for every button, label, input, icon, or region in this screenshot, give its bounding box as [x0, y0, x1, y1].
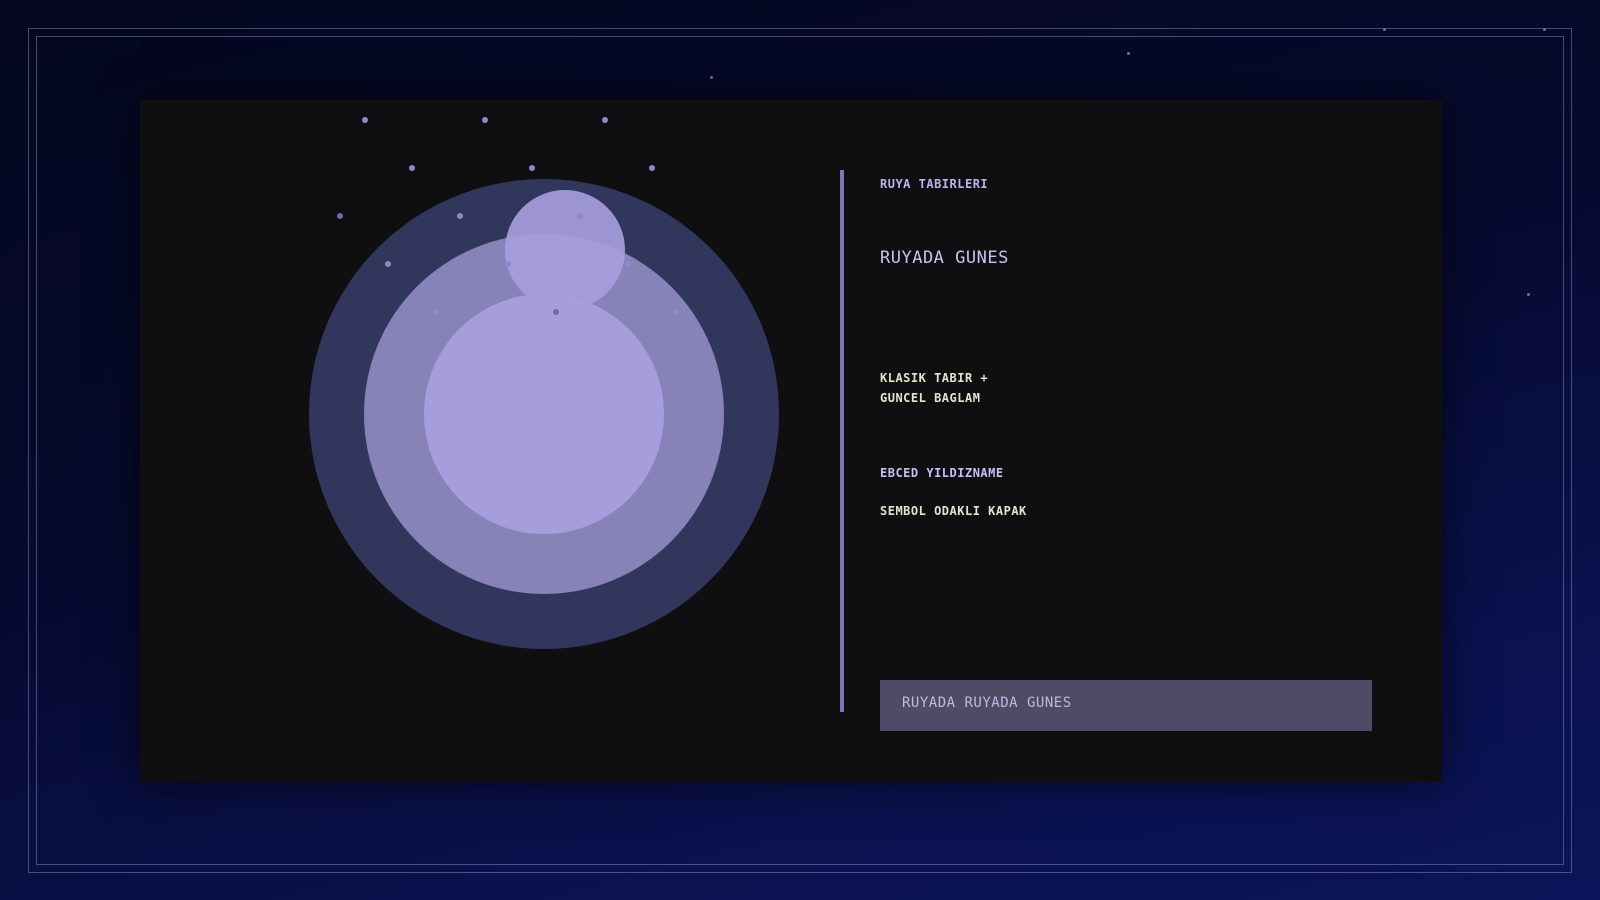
- orb-inner: [424, 294, 664, 534]
- vertical-divider: [840, 170, 844, 712]
- sun-illustration: [309, 117, 779, 649]
- background-star: [1127, 52, 1130, 55]
- title-banner: RUYADA RUYADA GUNES: [880, 680, 1372, 731]
- orb-small: [505, 190, 625, 310]
- cover-panel: RUYA TABIRLERI RUYADA GUNES KLASIK TABIR…: [140, 100, 1442, 782]
- background-star: [1527, 293, 1530, 296]
- page-title: RUYADA GUNES: [880, 248, 1009, 268]
- background-star: [1543, 28, 1546, 31]
- brand-label: EBCED YILDIZNAME: [880, 466, 1004, 480]
- description: KLASIK TABIR + GUNCEL BAGLAM: [880, 368, 988, 408]
- background-star: [710, 76, 713, 79]
- background-star: [1383, 28, 1386, 31]
- description-line-2: GUNCEL BAGLAM: [880, 391, 981, 405]
- description-line-1: KLASIK TABIR +: [880, 371, 989, 385]
- tagline-label: SEMBOL ODAKLI KAPAK: [880, 504, 1027, 518]
- kicker-label: RUYA TABIRLERI: [880, 177, 989, 191]
